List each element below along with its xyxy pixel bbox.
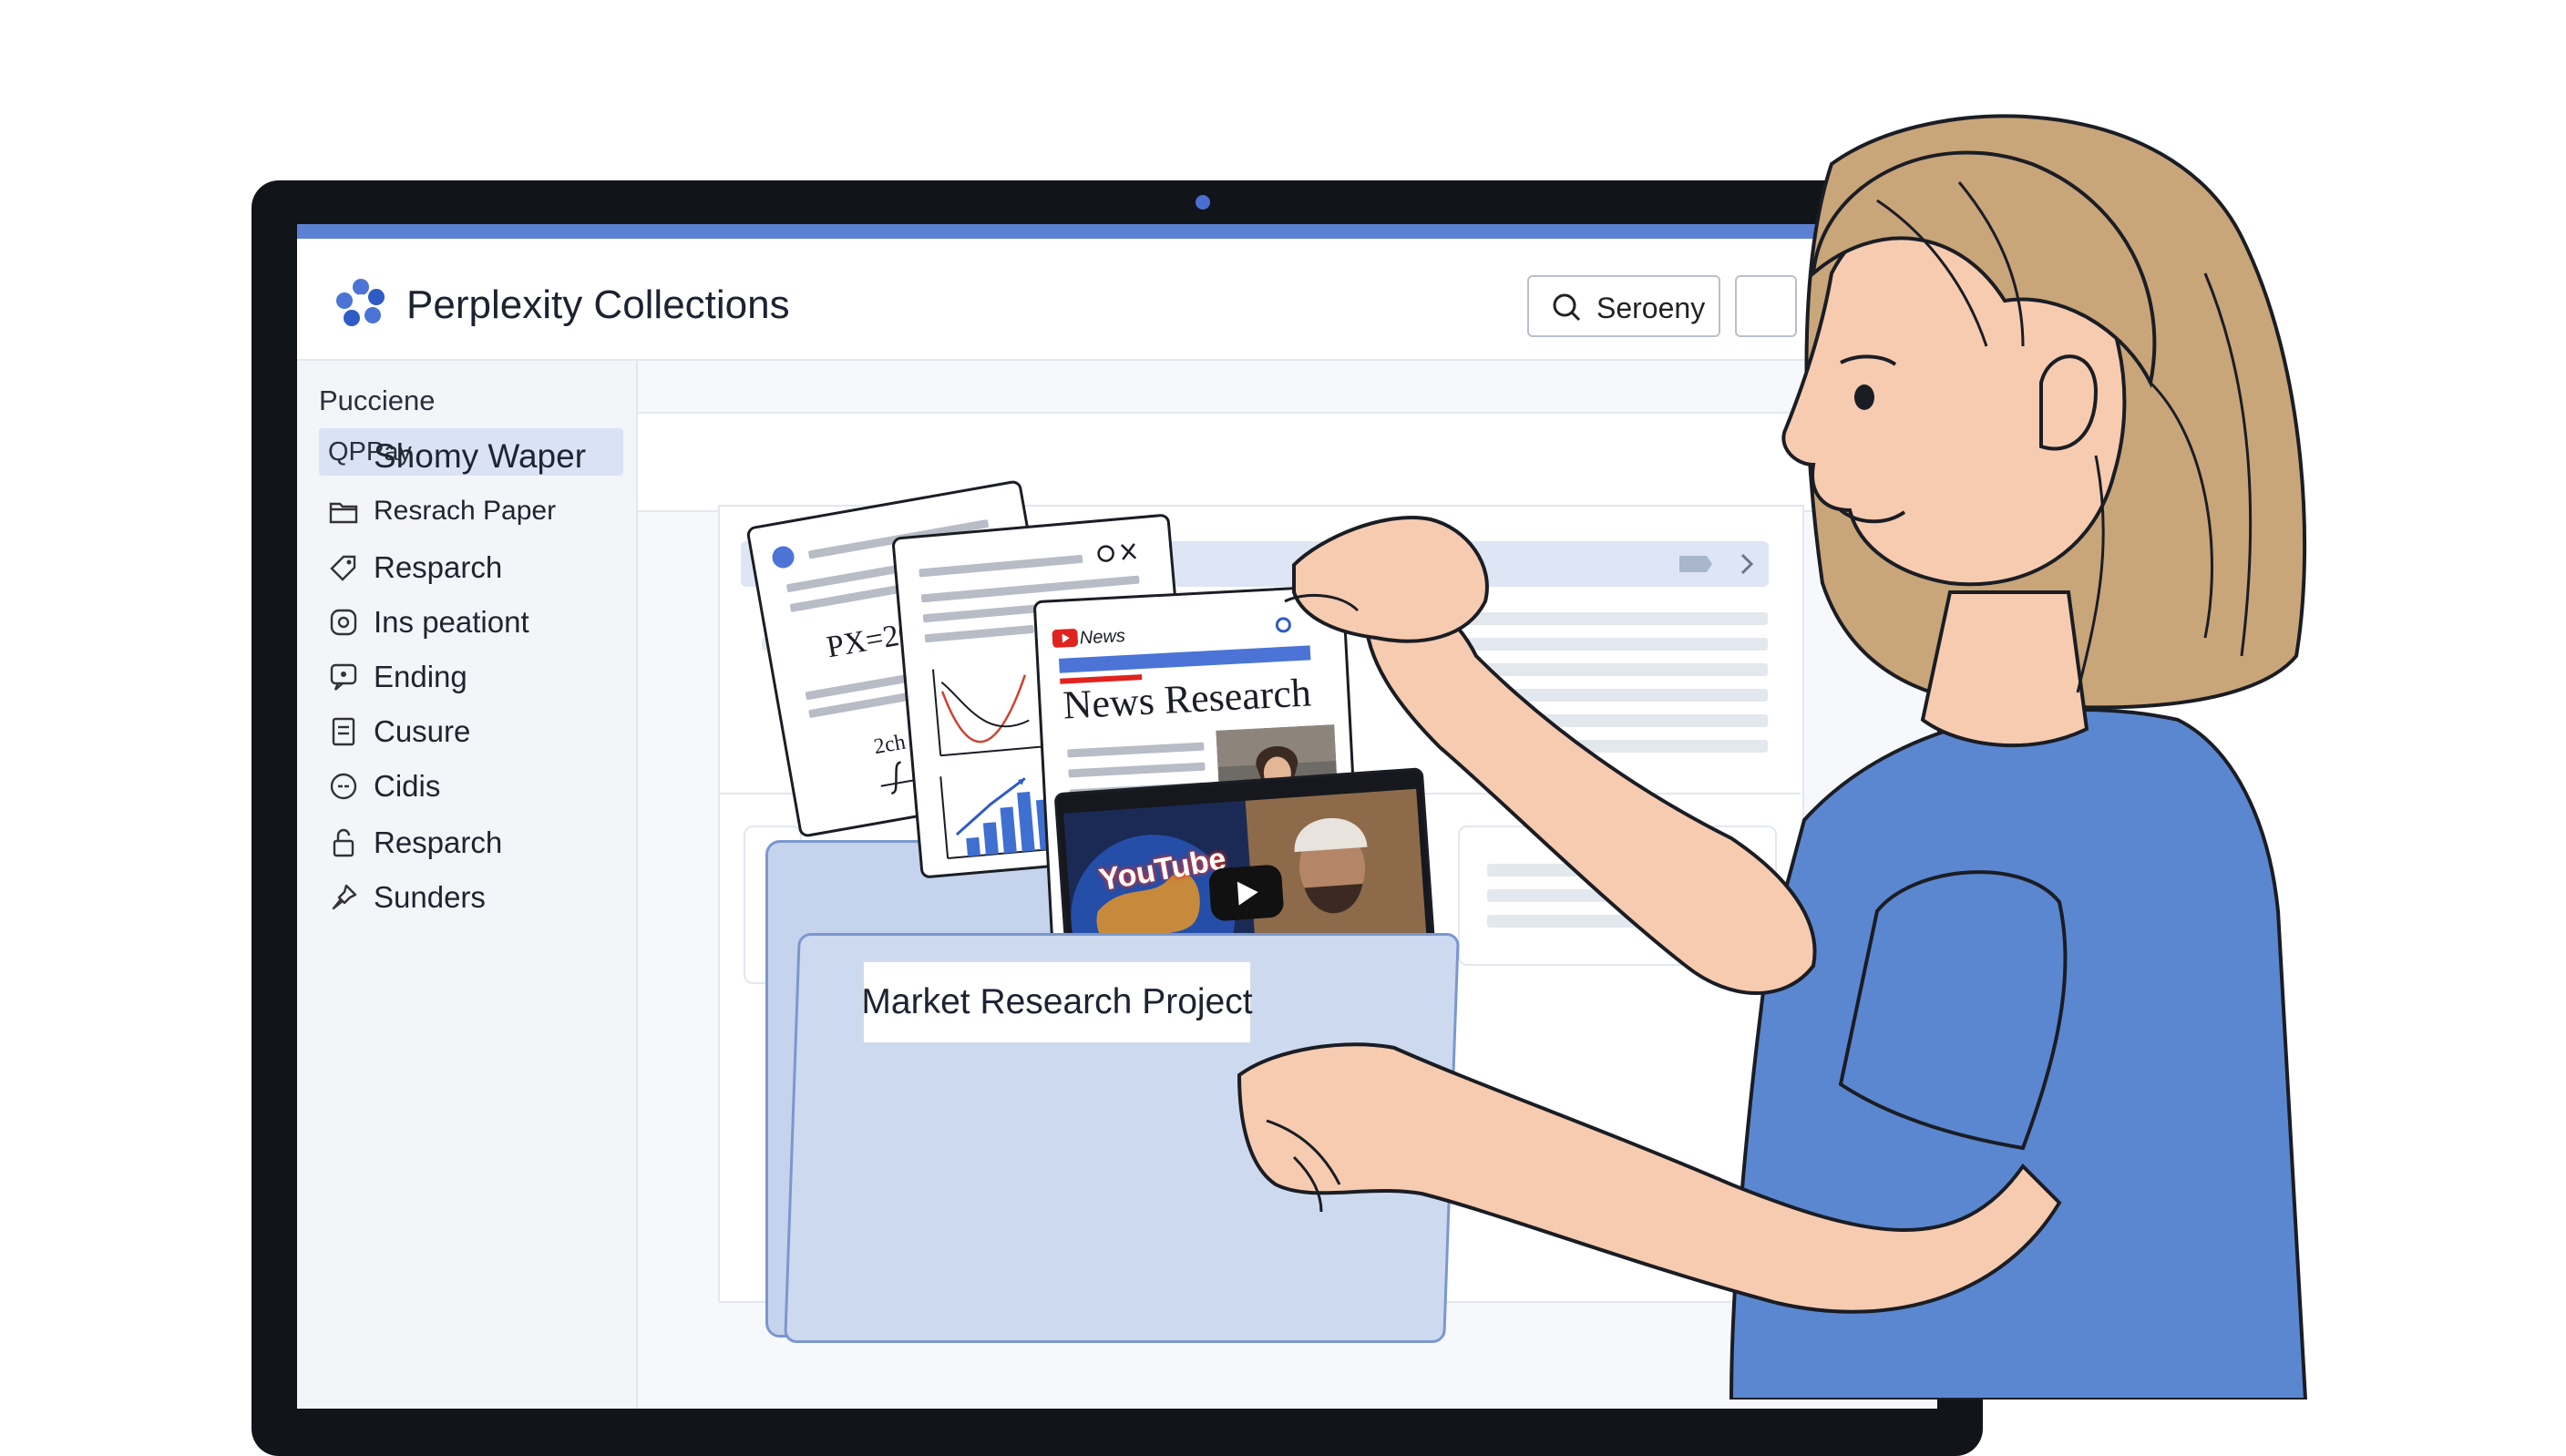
folder-icon: [329, 502, 358, 524]
pin-icon: [332, 884, 357, 910]
close-icon: [1097, 543, 1137, 562]
perplexity-logo-icon: [336, 279, 385, 326]
sidebar-heading: Pucciene: [319, 385, 436, 416]
document-icon: [332, 717, 355, 746]
formula-text-2: 2ch: [872, 730, 908, 760]
person-illustration: [1237, 114, 2308, 1400]
raised-arm: [1363, 594, 1817, 995]
sidebar-item-research-paper[interactable]: Resrach Paper: [328, 488, 620, 534]
sidebar-item-label: Cidis: [374, 769, 441, 803]
main-title: Shomy Waper: [374, 437, 587, 475]
sidebar: Pucciene QPPay Resrach Paper Resparch In…: [297, 361, 638, 1409]
sidebar-item-sunders[interactable]: Sunders: [328, 875, 620, 920]
sidebar-item-cusure[interactable]: Cusure: [328, 709, 620, 754]
news-tag: News: [1079, 626, 1126, 649]
sidebar-item-resparch[interactable]: Resparch: [328, 545, 620, 590]
lock-icon: [333, 828, 354, 857]
dot-icon: [772, 546, 795, 569]
app-title: Perplexity Collections: [406, 282, 790, 327]
settings-icon: [330, 609, 357, 636]
link-icon: [330, 773, 357, 800]
sidebar-item-resparch-2[interactable]: Resparch: [328, 820, 620, 866]
text-line: [924, 624, 1034, 643]
eye: [1854, 385, 1874, 410]
sidebar-item-label: Resparch: [374, 825, 503, 859]
sidebar-item-inspeationt[interactable]: Ins peationt: [328, 600, 620, 645]
sidebar-item-label: Ins peationt: [374, 605, 529, 639]
hand-top: [1292, 516, 1489, 643]
sidebar-item-cidis[interactable]: Cidis: [328, 764, 620, 809]
sidebar-item-label: Resparch: [374, 550, 503, 584]
sidebar-item-label: Resrach Paper: [374, 496, 557, 526]
neck: [1920, 590, 2089, 748]
text-line: [919, 554, 1083, 578]
tag-icon: [330, 555, 356, 581]
sidebar-item-ending[interactable]: Ending: [328, 654, 620, 700]
sidebar-item-label: Cusure: [374, 714, 471, 748]
sidebar-item-label: Sunders: [374, 880, 486, 914]
youtube-play-icon: [1052, 628, 1079, 648]
text-line: [1067, 742, 1205, 758]
sidebar-item-label: Ending: [374, 660, 467, 693]
curve-plot-icon: [931, 669, 1045, 757]
chat-icon: [330, 663, 357, 691]
